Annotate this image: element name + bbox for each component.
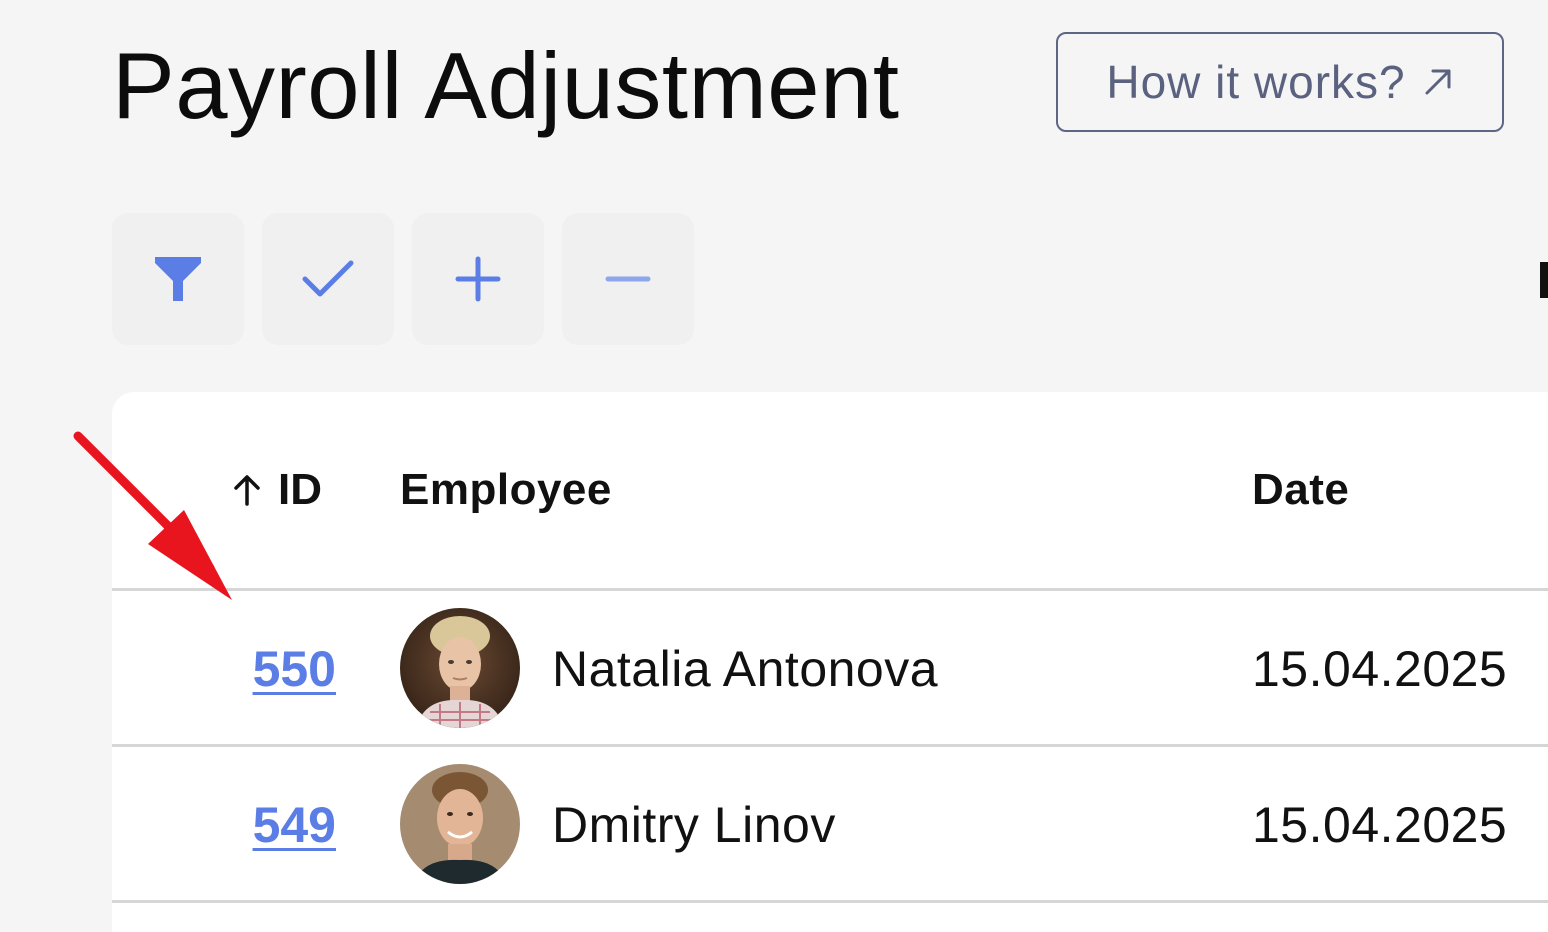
column-header-employee[interactable]: Employee <box>400 462 612 518</box>
column-header-date[interactable]: Date <box>1252 462 1349 518</box>
row-id-link[interactable]: 549 <box>253 795 336 855</box>
row-date: 15.04.2025 <box>1252 797 1508 853</box>
how-it-works-label: How it works? <box>1106 56 1406 108</box>
approve-button[interactable] <box>262 213 394 345</box>
table-header-row: ID Employee Date <box>112 392 1548 591</box>
remove-button[interactable] <box>562 213 694 345</box>
filter-button[interactable] <box>112 213 244 345</box>
column-header-id[interactable]: ID <box>230 462 322 518</box>
employee-name: Natalia Antonova <box>552 641 939 697</box>
add-button[interactable] <box>412 213 544 345</box>
plus-icon <box>455 256 501 302</box>
table-row[interactable]: 549 Dmitry Linov 15.04.2025 <box>112 747 1548 903</box>
minus-icon <box>605 276 651 282</box>
sort-ascending-arrow-icon <box>234 475 260 506</box>
row-id-link[interactable]: 550 <box>253 639 336 699</box>
avatar <box>400 764 520 884</box>
row-date: 15.04.2025 <box>1252 641 1508 697</box>
external-link-arrow-icon <box>1425 69 1451 95</box>
toolbar <box>112 213 694 345</box>
employee-name: Dmitry Linov <box>552 797 836 853</box>
offscreen-control-edge <box>1540 262 1548 298</box>
avatar <box>400 608 520 728</box>
page-title: Payroll Adjustment <box>112 33 900 138</box>
adjustments-table: ID Employee Date 550 Natalia Antonova 15… <box>112 392 1548 932</box>
how-it-works-button[interactable]: How it works? <box>1056 32 1504 132</box>
check-icon <box>302 260 354 297</box>
funnel-icon <box>155 257 201 301</box>
column-header-id-label: ID <box>278 465 322 514</box>
table-row[interactable]: 550 Natalia Antonova 15.04.2025 <box>112 591 1548 747</box>
